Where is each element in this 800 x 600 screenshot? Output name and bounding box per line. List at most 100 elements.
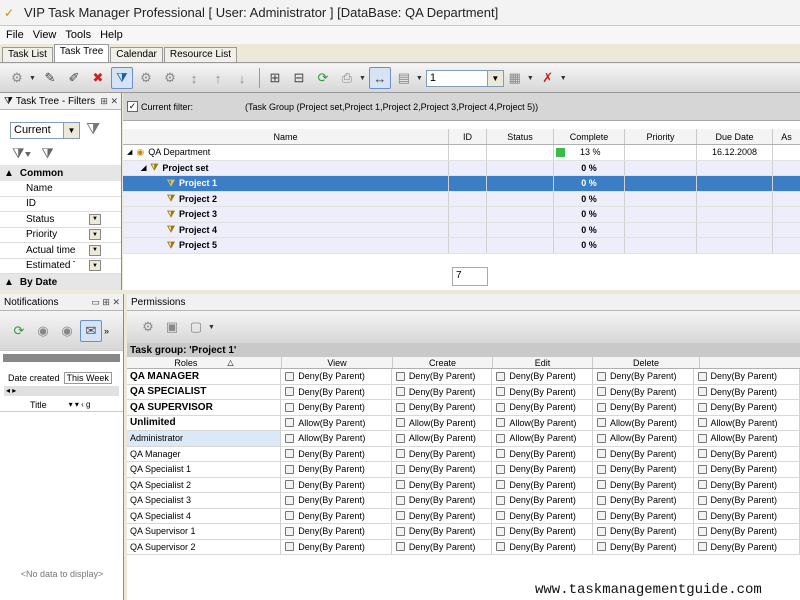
chevron-down-icon[interactable]: ▼ [89,244,101,256]
table-row[interactable]: ◢ ⧩ Project set 0 % [123,160,800,176]
permission-cell[interactable]: Deny(By Parent) [694,446,800,461]
menu-tools[interactable]: Tools [65,29,91,41]
permission-cell[interactable]: Deny(By Parent) [593,477,694,492]
tab-calendar[interactable]: Calendar [110,47,163,62]
permission-cell[interactable]: Deny(By Parent) [593,493,694,508]
table-row[interactable]: ⧩ Project 4 0 % [123,222,800,238]
pane-pin-close-icons[interactable]: ⊞ ✕ [100,96,118,107]
mark-read-icon[interactable]: ◉ [32,320,54,342]
permission-cell[interactable]: Deny(By Parent) [392,477,493,492]
filter-icon[interactable]: ⧩ [110,67,133,89]
permission-cell[interactable]: Deny(By Parent) [694,477,800,492]
chevron-down-icon[interactable]: ▼ [416,75,423,82]
permission-cell[interactable]: Deny(By Parent) [281,369,392,384]
document-icon[interactable]: ▤ [393,67,415,89]
menu-file[interactable]: File [6,29,24,41]
permission-cell[interactable]: Deny(By Parent) [281,384,392,399]
delete-task-icon[interactable]: ✖ [87,67,109,89]
category-by-date[interactable]: ▲ By Date [0,274,121,290]
permission-cell[interactable]: Allow(By Parent) [694,415,800,430]
chevron-down-icon[interactable]: ▼ [486,70,503,86]
move-up-icon[interactable]: ↑ [207,67,229,89]
table-row[interactable]: QA Specialist 4 Deny(By Parent) Deny(By Pa… [127,508,800,524]
move-down-icon[interactable]: ↓ [231,67,253,89]
permission-cell[interactable]: Allow(By Parent) [593,415,694,430]
notification-settings-icon[interactable]: ✉ [80,319,102,342]
chevron-down-icon[interactable]: ▼ [29,75,36,82]
filter-field-row[interactable]: Priority ▼ [0,228,121,243]
table-row[interactable]: QA Supervisor 2 Deny(By Parent) Deny(By Pa… [127,539,800,555]
permission-cell[interactable]: Deny(By Parent) [694,539,800,554]
filter-field-row[interactable]: ID [0,197,121,212]
table-row[interactable]: ◢ ◉ QA Department 13 % 16.12.2008 [123,145,800,161]
table-row[interactable]: ⧩ Project 1 0 % [123,176,800,192]
permission-cell[interactable]: Deny(By Parent) [593,446,694,461]
lock-icon[interactable]: ▣ [161,316,183,338]
permission-cell[interactable]: Allow(By Parent) [593,431,694,446]
table-row[interactable]: ⧩ Project 2 0 % [123,191,800,207]
permission-cell[interactable]: Deny(By Parent) [694,508,800,523]
horizontal-scrollbar[interactable]: ◂ ▸ [4,386,119,396]
menu-help[interactable]: Help [100,29,123,41]
col-name[interactable]: Name [123,129,449,144]
print-icon[interactable]: ⎙ [336,67,358,89]
table-row[interactable]: QA MANAGER Deny(By Parent) Deny(By Parent)… [127,369,800,385]
permission-cell[interactable]: Allow(By Parent) [281,431,392,446]
menu-view[interactable]: View [33,29,57,41]
permission-cell[interactable]: Allow(By Parent) [392,415,493,430]
permission-cell[interactable]: Deny(By Parent) [392,446,493,461]
permission-cell[interactable]: Deny(By Parent) [492,539,593,554]
permission-cell[interactable]: Deny(By Parent) [281,508,392,523]
permission-cell[interactable]: Allow(By Parent) [492,431,593,446]
col-status[interactable]: Status [487,129,554,144]
chevron-down-icon[interactable]: ▼ [63,122,79,138]
page-select[interactable]: 1 ▼ [425,69,504,87]
permission-cell[interactable]: Deny(By Parent) [694,400,800,415]
col-assigned[interactable]: As [773,129,800,144]
export-icon[interactable]: ▦ [504,67,526,89]
col-view[interactable]: View [282,357,393,368]
permission-cell[interactable]: Deny(By Parent) [392,524,493,539]
pane-pin-close-icons[interactable]: ▭ ⊞ ✕ [91,297,120,308]
filter-add-icon[interactable]: ⧩▾ ⧩ [12,145,54,162]
col-priority[interactable]: Priority [625,129,697,144]
filter-field-row[interactable]: Actual time ▼ [0,243,121,259]
permission-cell[interactable]: Deny(By Parent) [694,369,800,384]
permission-cell[interactable]: Deny(By Parent) [392,539,493,554]
edit-task-alt-icon[interactable]: ✐ [63,67,85,89]
filter-field-row[interactable]: Estimated Ti▼ [0,259,121,274]
permission-cell[interactable]: Deny(By Parent) [593,384,694,399]
col-delete[interactable]: Delete [593,357,700,368]
date-range-select[interactable]: This Week [63,372,112,384]
filter-tools-icon[interactable]: ⚙ [135,67,157,89]
col-create[interactable]: Create [393,357,493,368]
permission-cell[interactable]: Deny(By Parent) [492,508,593,523]
table-row[interactable]: QA Manager Deny(By Parent) Deny(By Parent)… [127,446,800,462]
permission-cell[interactable]: Deny(By Parent) [492,524,593,539]
tab-task-tree[interactable]: Task Tree [53,44,110,62]
permission-cell[interactable]: Deny(By Parent) [694,462,800,477]
page-count-field[interactable]: 7 [452,267,488,286]
col-id[interactable]: ID [449,129,487,144]
permission-cell[interactable]: Deny(By Parent) [392,462,493,477]
chevron-down-icon[interactable]: ▼ [527,75,534,82]
table-row[interactable]: Administrator Allow(By Parent) Allow(By Pa… [127,431,800,447]
permission-cell[interactable]: Deny(By Parent) [593,369,694,384]
chevron-down-icon[interactable]: ▼ [208,324,215,331]
permissions-add-icon[interactable]: ⚙ [137,316,159,338]
col-complete[interactable]: Complete [554,129,625,144]
title-column[interactable]: Title [30,400,47,410]
collapse-tree-icon[interactable]: ⊟ [288,67,310,89]
table-row[interactable]: QA Supervisor 1 Deny(By Parent) Deny(By Pa… [127,524,800,540]
permission-cell[interactable]: Deny(By Parent) [492,369,593,384]
permission-cell[interactable]: Deny(By Parent) [492,400,593,415]
permission-cell[interactable]: Deny(By Parent) [593,539,694,554]
permission-cell[interactable]: Deny(By Parent) [593,462,694,477]
chevron-down-icon[interactable]: ▼ [89,213,101,225]
permission-cell[interactable]: Deny(By Parent) [281,493,392,508]
table-row[interactable]: QA Specialist 1 Deny(By Parent) Deny(By Pa… [127,462,800,478]
permission-cell[interactable]: Deny(By Parent) [593,508,694,523]
col-due-date[interactable]: Due Date [697,129,773,144]
table-row[interactable]: QA SPECIALIST Deny(By Parent) Deny(By Pare… [127,384,800,400]
unlock-icon[interactable]: ▢ [185,316,207,338]
